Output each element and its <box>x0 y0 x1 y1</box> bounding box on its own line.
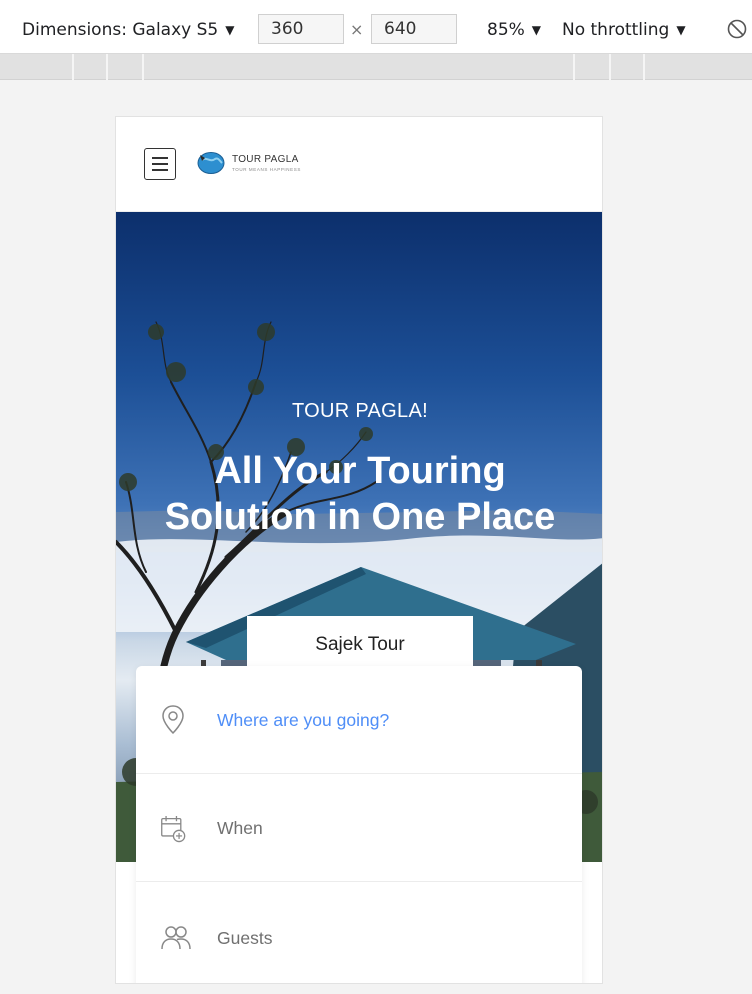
dropdown-arrow-icon: ▼ <box>531 23 542 37</box>
guests-users-icon <box>161 926 191 950</box>
logo-name: TOUR PAGLA <box>232 154 299 165</box>
width-value: 360 <box>271 19 304 39</box>
hero-kicker: TOUR PAGLA! <box>292 400 428 422</box>
dropdown-arrow-icon: ▼ <box>225 23 235 37</box>
destination-input[interactable]: Where are you going? <box>217 710 389 731</box>
height-input[interactable]: 640 <box>371 14 457 44</box>
site-header: TOUR PAGLA TOUR MEANS HAPPINESS <box>116 117 602 212</box>
zoom-dropdown[interactable]: 85% ▼ <box>487 20 541 40</box>
guests-input[interactable]: Guests <box>217 928 272 949</box>
globe-logo-icon <box>197 152 225 174</box>
device-viewport: TOUR PAGLA TOUR MEANS HAPPINESS TOUR PAG… <box>115 116 603 984</box>
width-input[interactable]: 360 <box>258 14 344 44</box>
guests-field[interactable]: Guests <box>136 882 582 983</box>
search-card: Where are you going? When Guests <box>136 666 582 983</box>
dropdown-arrow-icon: ▼ <box>676 23 686 37</box>
throttling-label: No throttling <box>562 20 670 40</box>
location-pin-icon <box>162 705 184 735</box>
dimensions-dropdown[interactable]: Dimensions: Galaxy S5 ▼ <box>22 20 234 40</box>
media-query-ruler[interactable] <box>0 54 752 80</box>
times-separator: × <box>350 20 364 39</box>
when-field[interactable]: When <box>136 774 582 882</box>
logo-tagline: TOUR MEANS HAPPINESS <box>232 167 301 172</box>
hamburger-menu-icon[interactable] <box>144 148 176 180</box>
site-logo[interactable]: TOUR PAGLA TOUR MEANS HAPPINESS <box>196 151 301 175</box>
throttling-dropdown[interactable]: No throttling ▼ <box>562 20 686 40</box>
when-input[interactable]: When <box>217 818 263 839</box>
zoom-label: 85% <box>487 20 525 40</box>
height-value: 640 <box>384 19 417 39</box>
destination-field[interactable]: Where are you going? <box>136 666 582 774</box>
calendar-add-icon <box>161 816 186 843</box>
dimensions-label: Dimensions: Galaxy S5 <box>22 20 219 40</box>
hero-title: All Your Touring Solution in One Place <box>164 450 556 538</box>
rotate-icon[interactable] <box>726 18 748 40</box>
devtools-device-toolbar: Dimensions: Galaxy S5 ▼ 360 × 640 85% ▼ … <box>0 0 752 54</box>
